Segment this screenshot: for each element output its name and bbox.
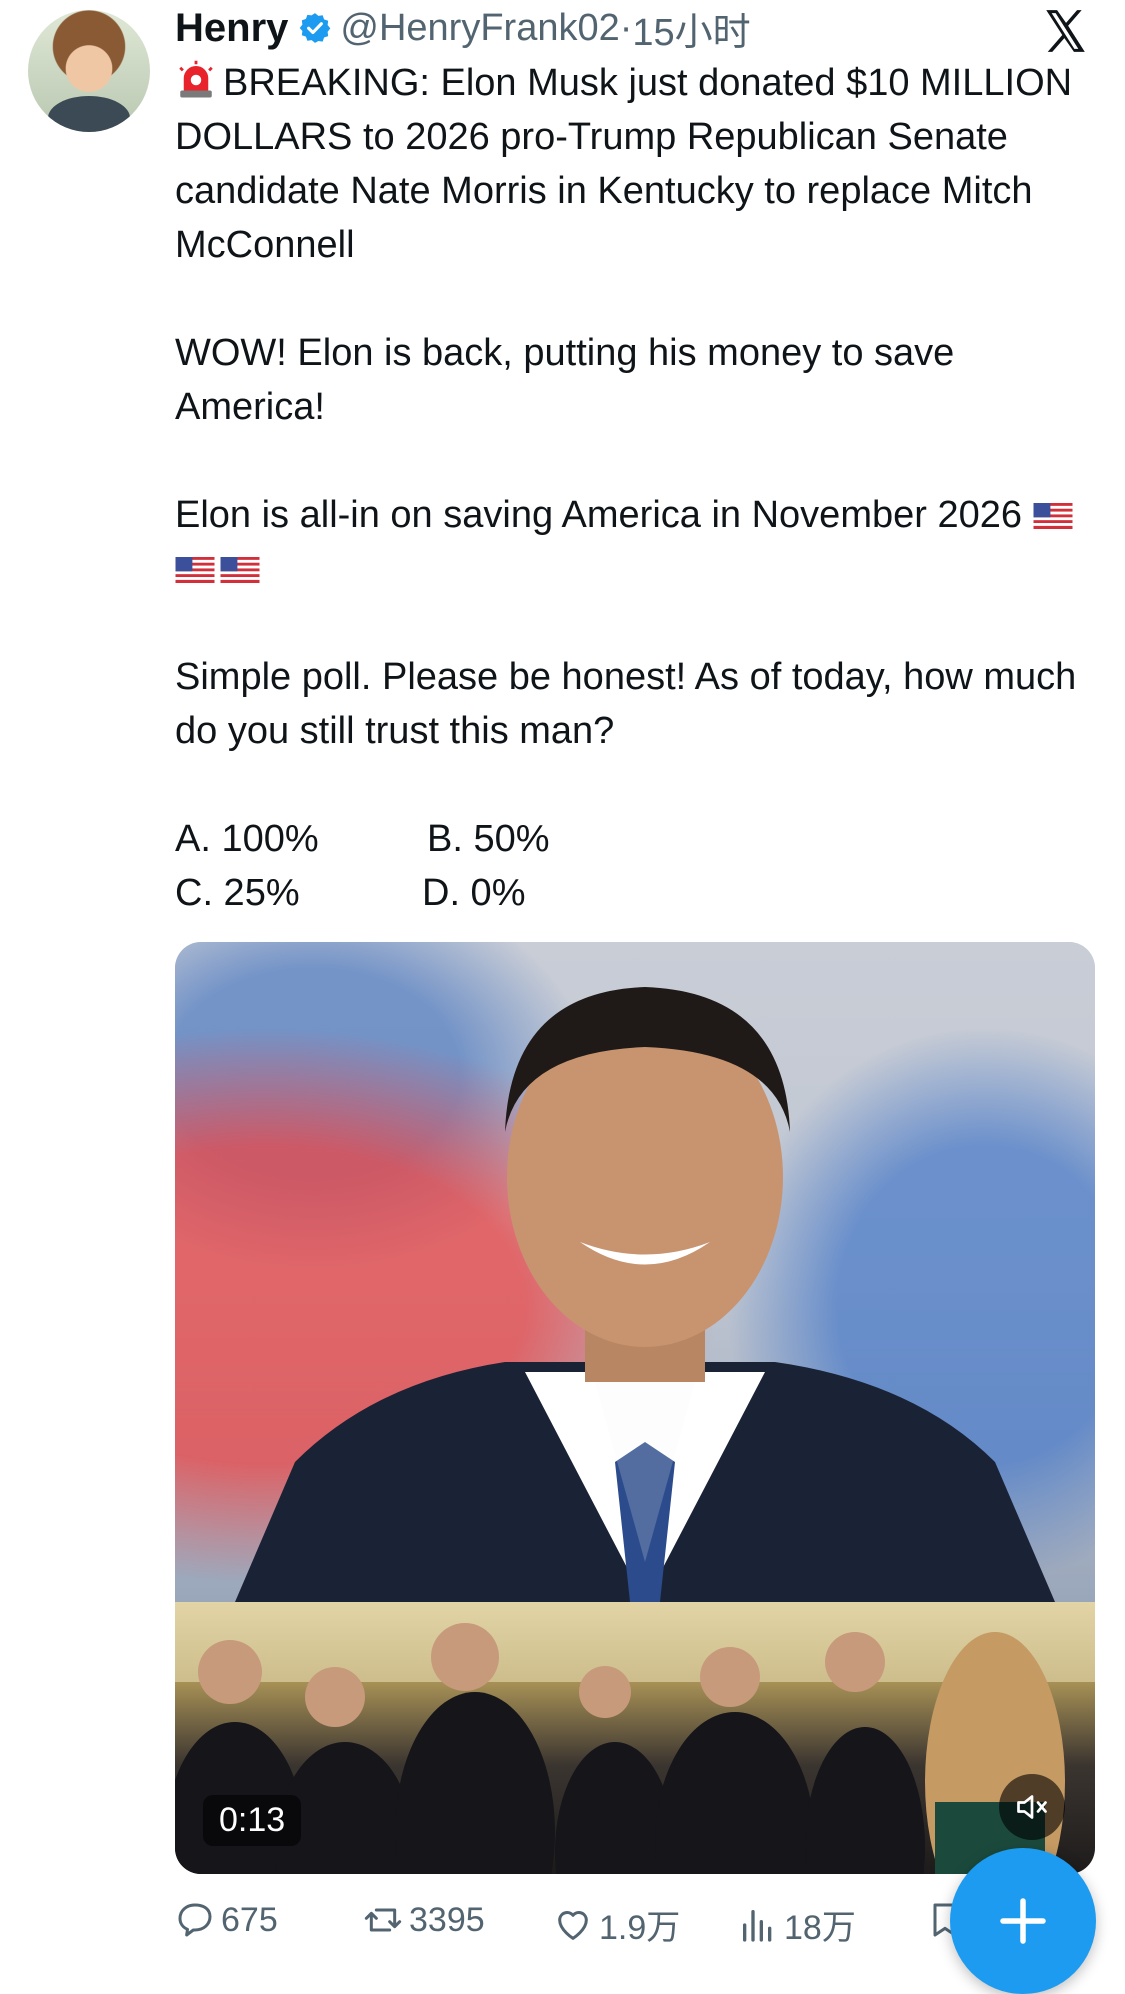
tweet-actions: 675 3395 1.9万 18万 (175, 1900, 1075, 1950)
repost-button[interactable]: 3395 (363, 1900, 485, 1940)
plus-icon (1000, 1898, 1046, 1944)
video-player[interactable]: 0:13 (175, 942, 1095, 1874)
poll-options: A. 100% B. 50% C. 25% D. 0% (175, 812, 1090, 920)
poll-option-c: C. 25% (175, 872, 300, 914)
reply-count: 675 (221, 1900, 278, 1939)
views-icon (743, 1909, 772, 1942)
poll-option-b: B. 50% (427, 818, 550, 860)
mute-icon (1017, 1795, 1047, 1819)
poll-option-d: D. 0% (422, 872, 526, 914)
tweet-body: BREAKING: Elon Musk just donated $10 MIL… (175, 56, 1090, 920)
repost-count: 3395 (409, 1900, 485, 1939)
man-in-suit-illustration (235, 987, 1055, 1602)
repost-icon (364, 1908, 402, 1932)
author-name[interactable]: Henry (175, 6, 288, 51)
x-logo-icon[interactable] (1040, 6, 1090, 56)
views-button[interactable]: 18万 (738, 1900, 856, 1949)
reply-icon (178, 1903, 212, 1937)
like-icon (558, 1910, 588, 1940)
post-time[interactable]: 15小时 (632, 1, 750, 56)
tweet-paragraph-november: Elon is all-in on saving America in Nove… (175, 488, 1090, 596)
poll-option-a: A. 100% (175, 818, 319, 860)
verified-badge-icon (300, 13, 331, 43)
views-count: 18万 (784, 1909, 856, 1947)
like-count: 1.9万 (599, 1909, 681, 1947)
us-flag-emoji (220, 557, 260, 583)
author-avatar[interactable] (28, 10, 150, 132)
compose-button[interactable] (950, 1848, 1096, 1994)
mute-button[interactable] (999, 1774, 1065, 1840)
tweet-text-p1: BREAKING: Elon Musk just donated $10 MIL… (175, 62, 1073, 266)
tweet-text-p2: WOW! Elon is back, putting his money to … (175, 332, 955, 428)
author-handle[interactable]: @HenryFrank02 (340, 7, 619, 50)
video-duration: 0:13 (203, 1795, 302, 1846)
siren-emoji (179, 60, 213, 98)
like-button[interactable]: 1.9万 (553, 1900, 680, 1949)
portrait-photo (175, 942, 1095, 1602)
reply-button[interactable]: 675 (175, 1900, 278, 1940)
crowd-illustration (175, 1602, 1095, 1874)
tweet-text-p4: Simple poll. Please be honest! As of tod… (175, 656, 1077, 752)
tweet-text-p3: Elon is all-in on saving America in Nove… (175, 494, 1022, 536)
tweet-header: Henry @HenryFrank02 · 15小时 (175, 0, 751, 56)
separator-dot: · (619, 6, 633, 49)
us-flag-emoji (175, 557, 215, 583)
video-frame-crowd: 0:13 (175, 1602, 1095, 1874)
us-flag-emoji (1033, 503, 1073, 529)
tweet-paragraph-breaking: BREAKING: Elon Musk just donated $10 MIL… (175, 56, 1090, 272)
